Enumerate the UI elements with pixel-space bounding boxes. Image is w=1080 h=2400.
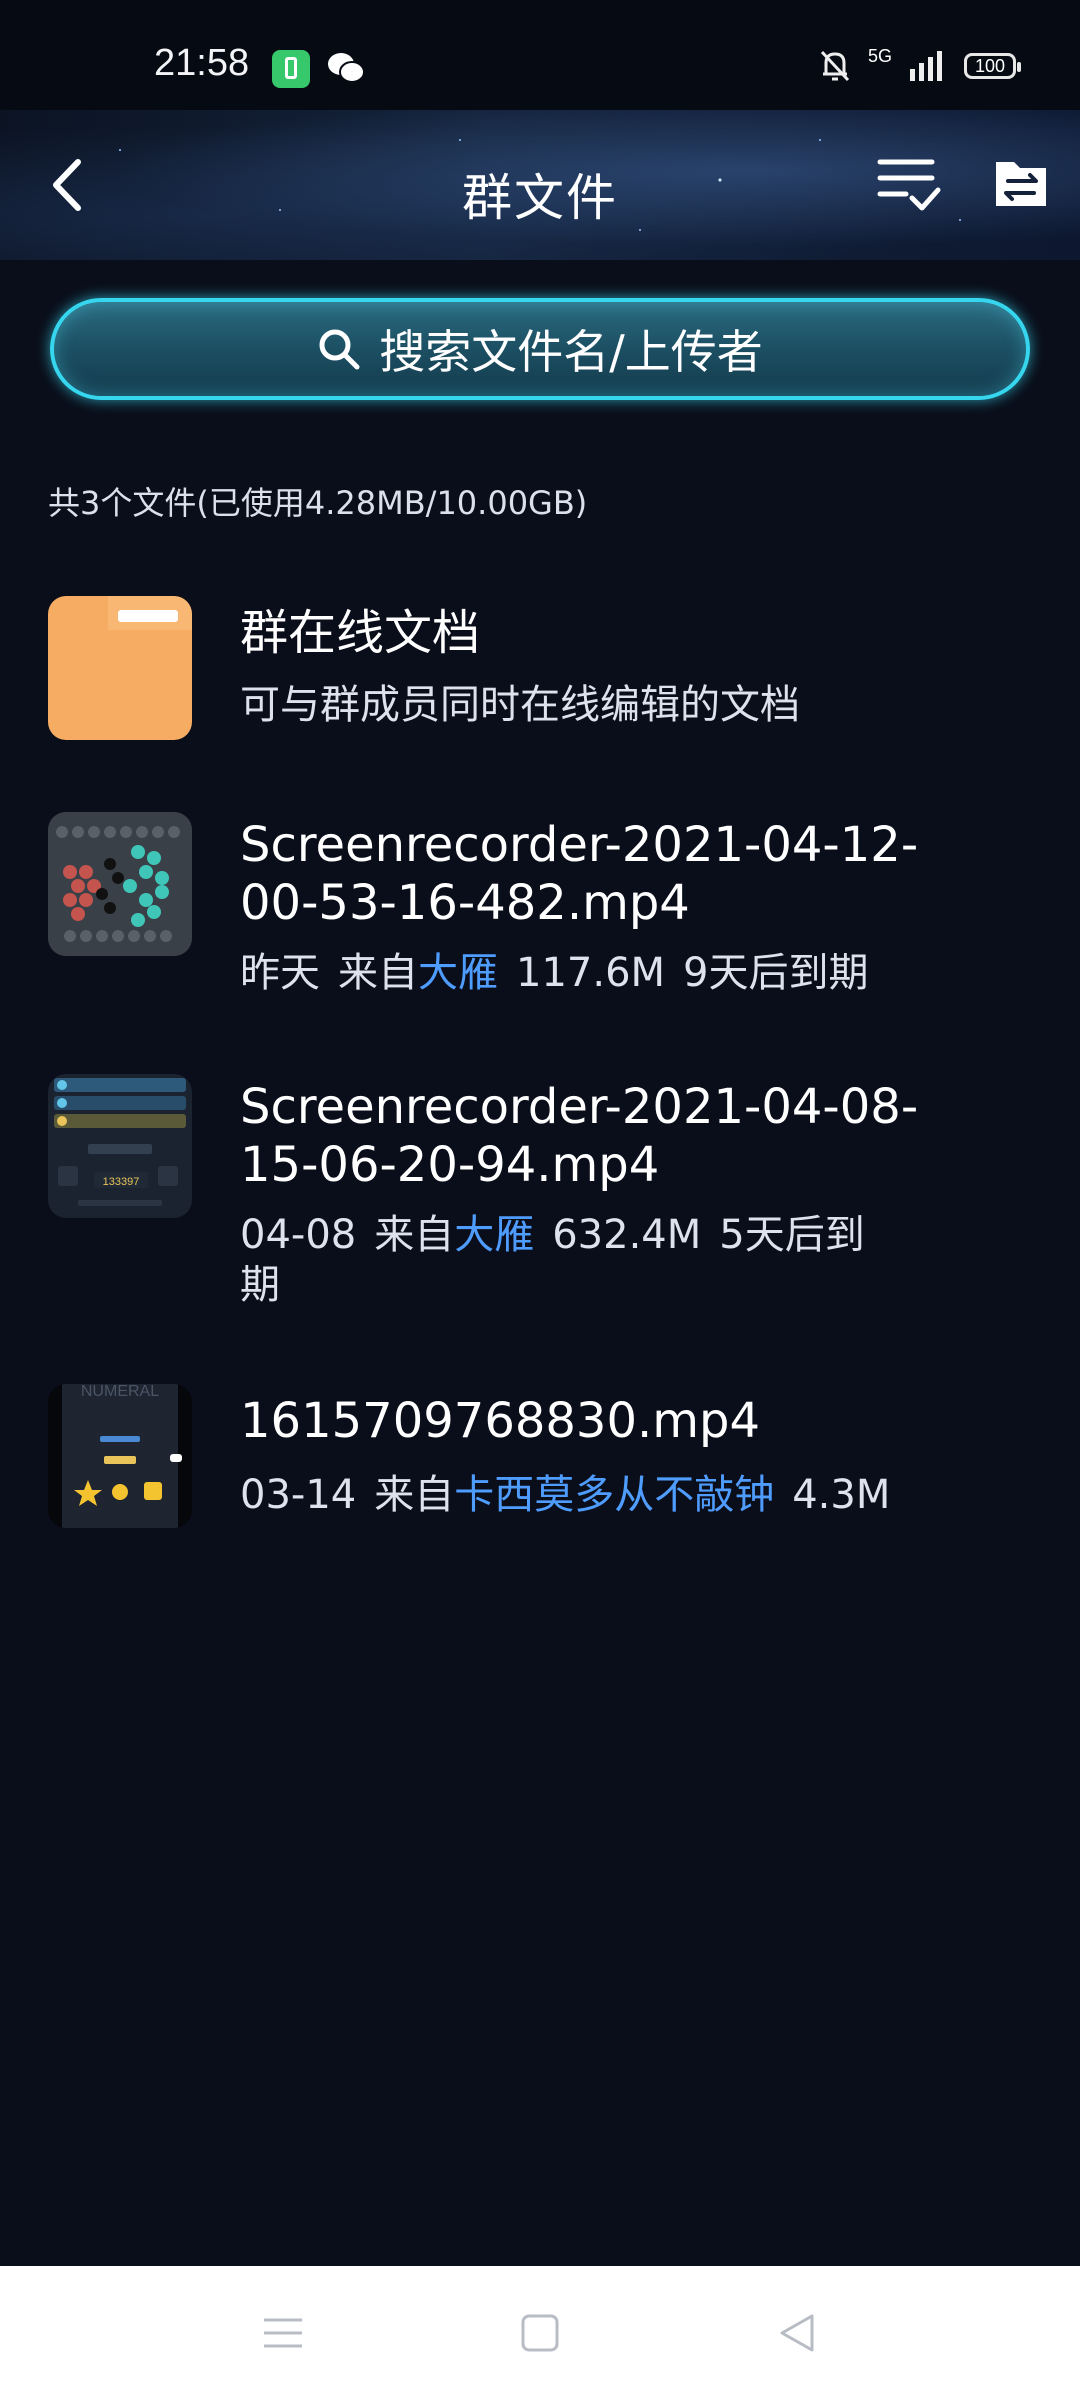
item-expiry: 9天后到期 [683, 950, 869, 996]
item-name: 1615709768830.mp4 [240, 1393, 761, 1449]
list-item-file[interactable]: NUMERAL 1615709768830.mp4 03-14 来自卡西莫多从不敲… [0, 1384, 1080, 1534]
list-item-online-docs[interactable]: 群在线文档 可与群成员同时在线编辑的文档 [0, 596, 1080, 746]
status-bar: 21:58 5G 100 [0, 0, 1080, 110]
video-thumbnail: NUMERAL [48, 1384, 192, 1528]
battery-charge-icon [272, 50, 310, 88]
item-name: Screenrecorder-2021-04-12-00-53-16-482.m… [240, 817, 919, 931]
item-subtitle: 可与群成员同时在线编辑的文档 [240, 682, 800, 728]
item-name: Screenrecorder-2021-04-08-15-06-20-94.mp… [240, 1079, 919, 1193]
item-date: 昨天 [240, 950, 320, 996]
video-thumbnail: 133397 [48, 1074, 192, 1218]
search-placeholder: 搜索文件名/上传者 [379, 325, 763, 379]
system-nav-bar [0, 2266, 1080, 2400]
item-size: 117.6M [516, 950, 666, 996]
back-triangle-icon[interactable] [774, 2310, 820, 2356]
item-from: 来自 [374, 1212, 455, 1258]
header-bar: 群文件 [0, 110, 1080, 260]
uploader-link[interactable]: 卡西莫多从不敲钟 [454, 1472, 774, 1518]
item-from: 来自 [374, 1472, 455, 1518]
item-meta: 昨天 来自大雁 117.6M 9天后到期 [240, 948, 900, 998]
home-square-icon[interactable] [517, 2310, 563, 2356]
item-from: 来自 [338, 950, 418, 996]
item-meta: 03-14 来自卡西莫多从不敲钟 4.3M [240, 1470, 940, 1520]
network-label: 5G [867, 45, 892, 66]
item-meta: 04-08 来自大雁 632.4M 5天后到期 [240, 1210, 880, 1310]
item-size: 4.3M [792, 1472, 891, 1518]
list-item-file[interactable]: Screenrecorder-2021-04-12-00-53-16-482.m… [0, 812, 1080, 1012]
wechat-icon [328, 53, 365, 83]
uploader-link[interactable]: 大雁 [418, 950, 498, 996]
menu-icon[interactable] [260, 2310, 306, 2356]
item-name: 群在线文档 [240, 605, 481, 661]
file-transfer-icon[interactable] [992, 154, 1050, 212]
item-date: 04-08 [240, 1212, 357, 1258]
video-thumbnail [48, 812, 192, 956]
signal-icon [910, 51, 942, 81]
mute-bell-icon [820, 50, 850, 82]
sort-check-icon[interactable] [876, 154, 942, 216]
battery-indicator: 100 [964, 53, 1021, 79]
status-right: 5G 100 [818, 45, 1021, 84]
status-time: 21:58 [154, 42, 250, 84]
uploader-link[interactable]: 大雁 [454, 1212, 534, 1258]
item-date: 03-14 [240, 1472, 357, 1518]
storage-summary: 共3个文件(已使用4.28MB/10.00GB) [48, 484, 588, 522]
item-size: 632.4M [552, 1212, 702, 1258]
list-item-file[interactable]: 133397 Screenrecorder-2021-04-08-15-06-2… [0, 1074, 1080, 1314]
search-bar[interactable]: 搜索文件名/上传者 [50, 298, 1030, 400]
svg-text:133397: 133397 [103, 1176, 140, 1188]
folder-icon [48, 596, 192, 740]
search-icon [319, 329, 360, 370]
svg-text:NUMERAL: NUMERAL [81, 1384, 159, 1400]
